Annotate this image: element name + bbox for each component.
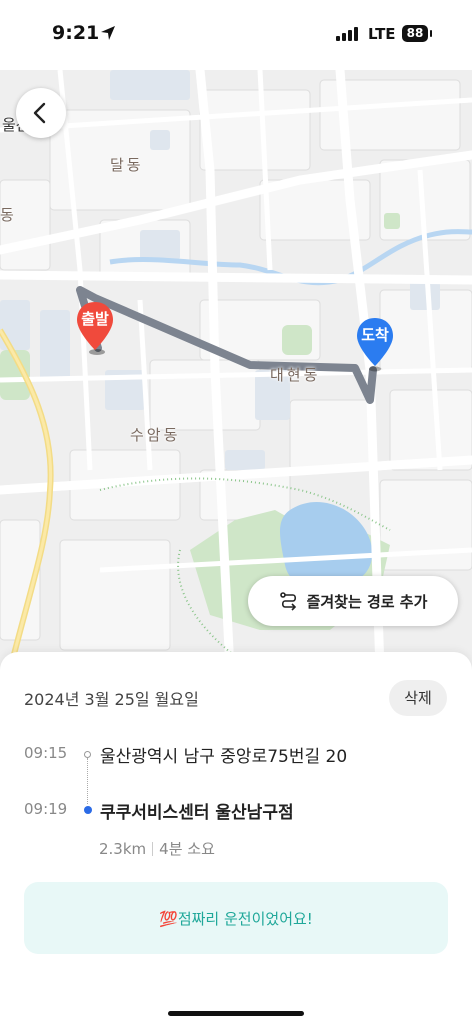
battery-nub bbox=[430, 30, 432, 37]
end-dot bbox=[84, 806, 92, 814]
trip-distance: 2.3km bbox=[99, 840, 147, 858]
timeline-connector bbox=[87, 758, 88, 804]
start-pin[interactable]: 출발 bbox=[75, 300, 115, 356]
trip-date: 2024년 3월 25일 월요일 bbox=[24, 690, 199, 709]
start-time: 09:15 bbox=[24, 744, 68, 762]
home-indicator bbox=[168, 1011, 304, 1016]
trip-detail-sheet: 2024년 3월 25일 월요일 삭제 09:15 울산광역시 남구 중앙로75… bbox=[0, 652, 472, 1024]
signal-icon bbox=[336, 27, 358, 41]
delete-button[interactable]: 삭제 bbox=[389, 680, 447, 716]
add-favorite-route-label: 즐겨찾는 경로 추가 bbox=[306, 592, 428, 611]
status-time: 9:21 bbox=[52, 22, 100, 44]
meta-divider bbox=[152, 842, 154, 856]
map-label-suam-dong: 수암동 bbox=[130, 426, 181, 444]
trip-duration: 4분 소요 bbox=[159, 840, 215, 858]
trip-meta: 2.3km 4분 소요 bbox=[99, 838, 215, 859]
end-time: 09:19 bbox=[24, 800, 68, 818]
route-icon bbox=[279, 591, 299, 611]
end-pin-label: 도착 bbox=[361, 326, 389, 344]
start-pin-label: 출발 bbox=[81, 310, 109, 328]
start-dot bbox=[84, 751, 91, 758]
battery-icon: 88 bbox=[402, 25, 428, 42]
location-arrow-icon bbox=[101, 26, 115, 40]
start-address: 울산광역시 남구 중앙로75번길 20 bbox=[100, 747, 348, 767]
chevron-left-icon bbox=[33, 102, 46, 124]
map-label-dal-dong: 달동 bbox=[110, 156, 144, 174]
driving-score-message: 💯점짜리 운전이었어요! bbox=[159, 909, 313, 928]
add-favorite-route-button[interactable]: 즐겨찾는 경로 추가 bbox=[248, 576, 458, 626]
end-place: 쿠쿠서비스센터 울산남구점 bbox=[100, 803, 294, 823]
network-type: LTE bbox=[368, 25, 396, 43]
map-label-daehyeon-dong: 대현동 bbox=[270, 366, 321, 384]
back-button[interactable] bbox=[16, 88, 66, 138]
end-pin[interactable]: 도착 bbox=[355, 316, 395, 372]
map-label-dong-left: 동 bbox=[0, 206, 17, 224]
driving-score-banner: 💯점짜리 운전이었어요! bbox=[24, 882, 448, 954]
status-bar: 9:21 LTE 88 bbox=[0, 0, 472, 70]
